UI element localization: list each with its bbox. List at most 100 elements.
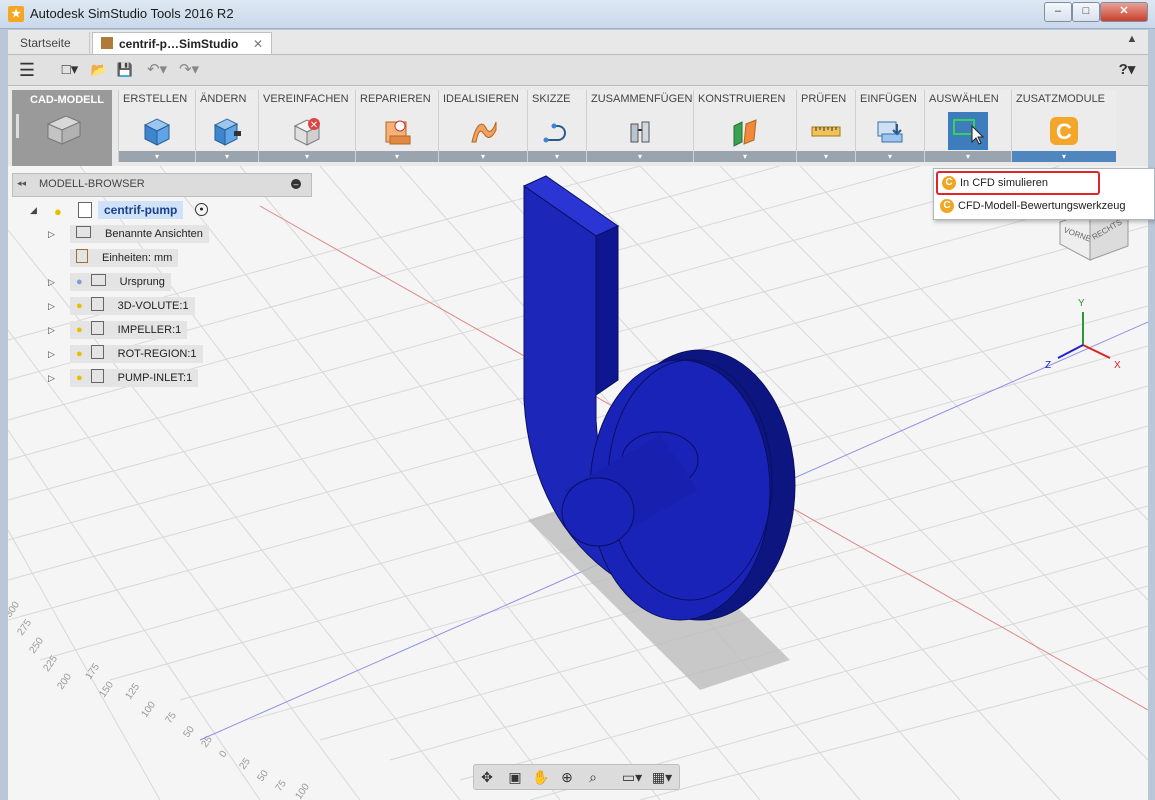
close-button[interactable]: ✕ (1100, 2, 1148, 22)
help-icon[interactable]: ?▾ (1112, 60, 1142, 80)
dropdown-arrow-icon[interactable]: ▾ (119, 151, 195, 162)
ribbon-group-einfuegen[interactable]: EINFÜGEN ▾ (855, 90, 924, 162)
units-row: Einheiten: mm (70, 249, 179, 267)
zoom-window-icon[interactable]: ⌕ (582, 767, 604, 787)
expand-arrow-icon[interactable]: ▷ (48, 296, 55, 316)
ribbon-group-reparieren[interactable]: REPARIEREN ▾ (355, 90, 438, 162)
body-row: ● 3D-VOLUTE:1 (70, 297, 195, 315)
model-browser-header[interactable]: ◂◂ MODELL-BROWSER – (12, 173, 312, 197)
close-tab-icon[interactable]: ✕ (253, 33, 263, 55)
display-settings-icon[interactable]: ▭▾ (618, 767, 646, 787)
dropdown-arrow-icon[interactable]: ▾ (356, 151, 438, 162)
open-icon[interactable]: 📂 (88, 60, 110, 80)
redo-icon[interactable]: ↷▾ (174, 60, 204, 80)
grid-settings-icon[interactable]: ▦▾ (648, 767, 676, 787)
dropdown-arrow-icon[interactable]: ▾ (925, 151, 1011, 162)
ribbon-group-label: PRÜFEN (801, 93, 847, 105)
body-row: ● ROT-REGION:1 (70, 345, 203, 363)
ribbon-group-konstruieren[interactable]: KONSTRUIEREN ▾ (693, 90, 796, 162)
inspect-icon (811, 126, 841, 137)
dropdown-arrow-icon[interactable]: ▾ (694, 151, 796, 162)
dropdown-arrow-icon[interactable]: ▾ (528, 151, 586, 162)
ribbon-group-zusatzmodule[interactable]: ZUSATZMODULE C ▾ (1011, 90, 1116, 162)
window-title: Autodesk SimStudio Tools 2016 R2 (30, 6, 234, 21)
ribbon-group-erstellen[interactable]: ERSTELLEN ▾ (118, 90, 195, 162)
activate-radio-icon[interactable]: ● (195, 203, 208, 216)
ribbon-group-label: VEREINFACHEN (263, 93, 349, 105)
construct-icon (733, 119, 757, 147)
ribbon-group-label: ERSTELLEN (123, 93, 188, 105)
title-bar: ★ Autodesk SimStudio Tools 2016 R2 – □ ✕ (0, 0, 1155, 29)
save-icon[interactable]: 💾 (114, 60, 136, 80)
root-label[interactable]: centrif-pump (98, 201, 184, 219)
maximize-button[interactable]: □ (1072, 2, 1100, 22)
cad-model-icon (46, 115, 82, 145)
dropdown-arrow-icon[interactable]: ▾ (439, 151, 527, 162)
ribbon-group-label: AUSWÄHLEN (929, 93, 999, 105)
expand-arrow-icon[interactable]: ▷ (48, 368, 55, 388)
tree-item[interactable]: ▷ ● PUMP-INLET:1 (30, 368, 320, 388)
tree-item[interactable]: ▷ ● ROT-REGION:1 (30, 344, 320, 364)
ribbon-group-pruefen[interactable]: PRÜFEN ▾ (796, 90, 855, 162)
dropdown-arrow-icon[interactable]: ▾ (1012, 151, 1116, 162)
body-icon (90, 321, 104, 335)
orbit-icon[interactable]: ✥ (476, 767, 498, 787)
body-icon (90, 369, 104, 383)
ribbon-group-skizze[interactable]: SKIZZE ▾ (527, 90, 586, 162)
folder-icon (90, 274, 106, 286)
ribbon-group-idealisieren[interactable]: IDEALISIEREN ▾ (438, 90, 527, 162)
dropdown-arrow-icon[interactable]: ▾ (259, 151, 355, 162)
idealize-icon (471, 121, 497, 143)
collapse-icon[interactable]: ▲ (1124, 33, 1140, 51)
ribbon-group-auswaehlen[interactable]: AUSWÄHLEN ▾ (924, 90, 1011, 162)
ribbon-group-label: ZUSAMMENFÜGEN (591, 93, 693, 105)
tree-item[interactable]: ▷ Benannte Ansichten (30, 224, 320, 244)
pan-icon[interactable]: ✋ (530, 767, 552, 787)
menu-icon[interactable]: ☰ (16, 60, 38, 80)
minimize-panel-icon[interactable]: – (291, 179, 301, 189)
visibility-bulb-icon[interactable]: ● (76, 348, 83, 360)
look-at-icon[interactable]: ▣ (504, 767, 526, 787)
visibility-bulb-icon[interactable]: ● (76, 276, 83, 288)
dropdown-arrow-icon[interactable]: ▾ (587, 151, 693, 162)
tab-document[interactable]: centrif-p…SimStudio ✕ (92, 32, 272, 54)
tree-item[interactable]: ▷ ● Ursprung (30, 272, 320, 292)
ribbon-group-label: SKIZZE (532, 93, 571, 105)
tree-item[interactable]: Einheiten: mm (30, 248, 320, 268)
document-tab-bar: Startseite centrif-p…SimStudio ✕ ▲ (8, 30, 1148, 55)
axis-z-label: Z (1045, 360, 1051, 371)
new-file-icon[interactable]: □▾ (56, 60, 84, 80)
expand-arrow-icon[interactable]: ▷ (48, 224, 55, 244)
expand-arrow-icon[interactable]: ◢ (30, 200, 37, 220)
minimize-button[interactable]: – (1044, 2, 1072, 22)
menu-item-label: In CFD simulieren (960, 177, 1049, 189)
expand-arrow-icon[interactable]: ▷ (48, 344, 55, 364)
tree-item[interactable]: ▷ ● IMPELLER:1 (30, 320, 320, 340)
dropdown-arrow-icon[interactable]: ▾ (797, 151, 855, 162)
workspace-label: CAD-MODELL (30, 94, 104, 106)
dropdown-arrow-icon[interactable]: ▾ (856, 151, 924, 162)
expand-arrow-icon[interactable]: ▷ (48, 320, 55, 340)
ribbon-group-label: KONSTRUIEREN (698, 93, 786, 105)
menu-item-cfd-model-assessment[interactable]: C CFD-Modell-Bewertungswerkzeug (936, 195, 1148, 217)
ribbon-group-vereinfachen[interactable]: VEREINFACHEN ✕ ▾ (258, 90, 355, 162)
addins-icon: C (1050, 117, 1078, 145)
dropdown-arrow-icon[interactable]: ▾ (196, 151, 258, 162)
visibility-bulb-icon[interactable]: ● (76, 324, 83, 336)
undo-icon[interactable]: ↶▾ (142, 60, 172, 80)
menu-item-simulate-cfd[interactable]: C In CFD simulieren (936, 171, 1100, 195)
expand-arrow-icon[interactable]: ▷ (48, 272, 55, 292)
ribbon-group-aendern[interactable]: ÄNDERN ▾ (195, 90, 258, 162)
tab-startseite[interactable]: Startseite (12, 32, 90, 54)
ribbon-group-zusammenfuegen[interactable]: ZUSAMMENFÜGEN ▾ (586, 90, 693, 162)
workspace-switcher[interactable]: CAD-MODELL (12, 90, 112, 166)
visibility-bulb-icon[interactable]: ● (76, 372, 83, 384)
zoom-icon[interactable]: ⊕ (556, 767, 578, 787)
tree-root[interactable]: ◢ ● centrif-pump ● (30, 200, 320, 220)
tree-item[interactable]: ▷ ● 3D-VOLUTE:1 (30, 296, 320, 316)
visibility-bulb-icon[interactable]: ● (76, 300, 83, 312)
ribbon-group-label: REPARIEREN (360, 93, 431, 105)
visibility-bulb-icon[interactable]: ● (54, 202, 62, 222)
collapse-panel-icon[interactable]: ◂◂ (17, 178, 26, 189)
cfd-icon: C (940, 199, 954, 214)
